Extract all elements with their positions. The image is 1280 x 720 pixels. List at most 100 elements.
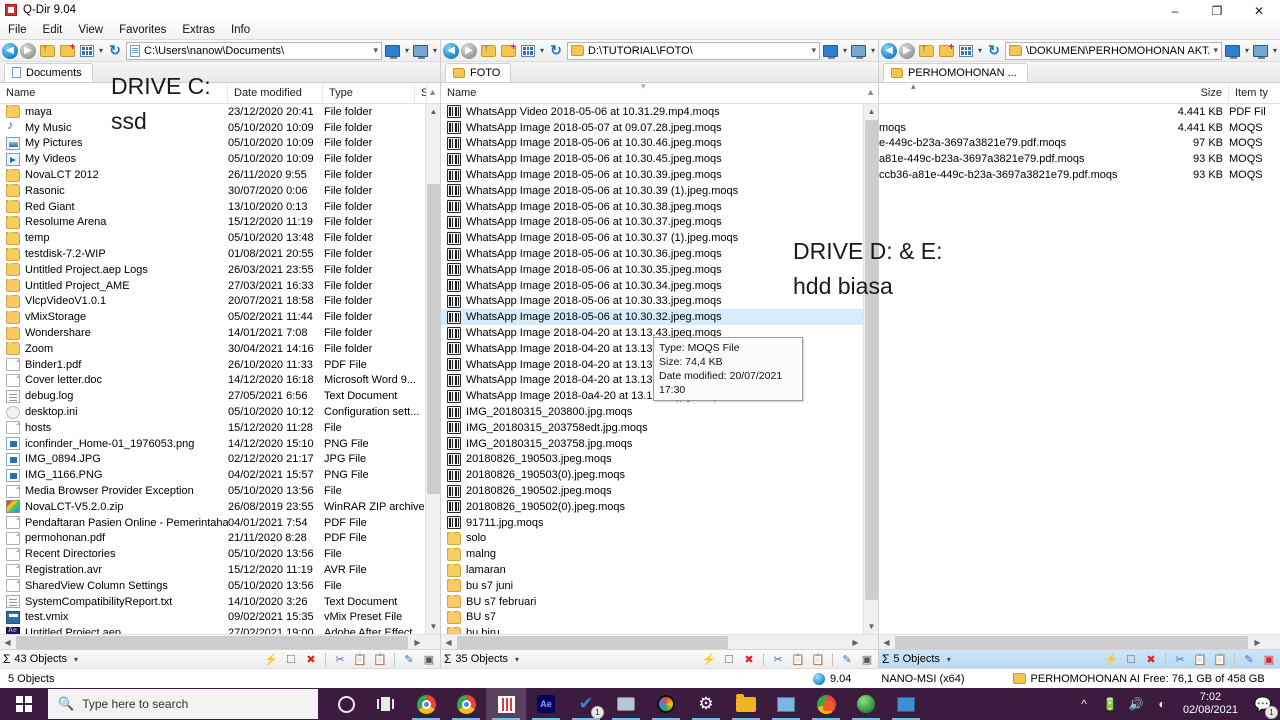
cut-icon-2[interactable]: ✂ — [770, 652, 786, 667]
paste-icon-3[interactable]: 📋 — [1212, 652, 1228, 667]
object-count-caret-1[interactable]: ▾ — [73, 655, 79, 664]
taskbar-after-effects-button[interactable]: Ae — [526, 688, 566, 720]
table-row[interactable]: debug.log 27/05/2021 6:56 Text Document — [0, 388, 440, 404]
scroll-up-arrow-1[interactable]: ▲ — [428, 87, 437, 97]
menu-info[interactable]: Info — [223, 22, 258, 38]
rename-icon-3[interactable]: ☐ — [1123, 652, 1139, 667]
table-row[interactable]: WhatsApp Image 2018-05-06 at 10.30.33.jp… — [441, 294, 878, 310]
taskbar-explorer-button[interactable] — [726, 688, 766, 720]
table-row[interactable]: Registration.avr 15/12/2020 11:19 AVR File — [0, 562, 440, 578]
table-row[interactable]: malng — [441, 546, 878, 562]
menu-edit[interactable]: Edit — [35, 22, 71, 38]
new-folder-icon[interactable] — [499, 42, 517, 60]
table-row[interactable]: Untitled Project.aep Logs 26/03/2021 23:5… — [0, 262, 440, 278]
file-list-3[interactable]: 4.441 KB PDF Fil moqs 4.441 KB MOQS e-449c-b2… — [879, 104, 1280, 649]
desktop-dropdown-caret-1[interactable]: ▾ — [432, 46, 438, 55]
table-row[interactable]: hosts 15/12/2020 11:28 File — [0, 420, 440, 436]
copy-icon-3[interactable]: 📋 — [1192, 652, 1208, 667]
hscroll-thumb-2[interactable] — [457, 636, 728, 649]
vertical-scrollbar-2[interactable]: ▲ ▼ — [863, 104, 878, 634]
table-row[interactable]: testdisk-7.2-WIP 01/08/2021 20:55 File fol… — [0, 246, 440, 262]
desktop-dropdown-caret-3[interactable]: ▾ — [1272, 46, 1278, 55]
wifi-icon[interactable]: ◐ — [1149, 688, 1175, 720]
column-date-modified-1[interactable]: Date modified — [228, 82, 323, 104]
table-row[interactable]: e-449c-b23a-3697a3821e79.pdf.moqs 97 KB MO… — [879, 136, 1280, 152]
delete-icon-3[interactable]: ✖ — [1143, 652, 1159, 667]
taskbar-screenapp-button[interactable] — [766, 688, 806, 720]
scroll-left-icon-3[interactable]: ◀ — [879, 635, 894, 649]
table-row[interactable]: vMixStorage 05/02/2021 11:44 File folder — [0, 309, 440, 325]
paste-icon-2[interactable]: 📋 — [810, 652, 826, 667]
taskbar-chrome-button[interactable] — [406, 688, 446, 720]
table-row[interactable]: 20180826_190503.jpeg.moqs — [441, 452, 878, 468]
table-row[interactable]: temp 05/10/2020 13:48 File folder — [0, 230, 440, 246]
scroll-right-icon-3[interactable]: ▶ — [1250, 635, 1265, 649]
back-icon[interactable]: ◀ — [2, 42, 18, 59]
table-row[interactable]: 91711.jpg.moqs — [441, 515, 878, 531]
table-row[interactable]: IMG_1166.PNG 04/02/2021 15:57 PNG File — [0, 467, 440, 483]
column-size-3[interactable]: Size — [1169, 82, 1229, 104]
taskbar-cortana-button[interactable] — [326, 688, 366, 720]
copy-icon-2[interactable]: 📋 — [790, 652, 806, 667]
copy-icon-1[interactable]: 📋 — [352, 652, 368, 667]
table-row[interactable]: Red Giant 13/10/2020 0:13 File folder — [0, 199, 440, 215]
table-row[interactable]: 20180826_190503(0).jpeg.moqs — [441, 467, 878, 483]
table-row[interactable]: WhatsApp Image 2018-05-06 at 10.30.37 (1… — [441, 230, 878, 246]
forward-icon[interactable]: ▶ — [461, 42, 477, 59]
table-row[interactable]: WhatsApp Image 2018-05-06 at 10.30.39.jp… — [441, 167, 878, 183]
address-input-1[interactable]: C:\Users\nanow\Documents\ ▾ — [126, 41, 382, 60]
refresh-icon[interactable]: ↻ — [106, 42, 124, 60]
table-row[interactable]: WhatsApp Video 2018-05-06 at 10.31.29.mp… — [441, 104, 878, 120]
properties-icon-2[interactable]: ▣ — [859, 652, 875, 667]
taskbar-todo-button[interactable]: ✔ 1 — [566, 688, 606, 720]
lightning-icon-3[interactable]: ⚡ — [1103, 652, 1119, 667]
table-row[interactable]: 4.441 KB PDF Fil — [879, 104, 1280, 120]
horizontal-scrollbar-3[interactable]: ◀ ▶ — [879, 634, 1280, 649]
table-row[interactable]: WhatsApp Image 2018-05-06 at 10.30.45.jp… — [441, 151, 878, 167]
scroll-left-icon-1[interactable]: ◀ — [0, 635, 15, 649]
view-grid-icon[interactable] — [78, 42, 96, 60]
table-row[interactable]: My Pictures 05/10/2020 10:09 File folder — [0, 136, 440, 152]
view-grid-icon[interactable] — [519, 42, 537, 60]
horizontal-scrollbar-1[interactable]: ◀ ▶ — [0, 634, 440, 649]
scroll-up-icon-2[interactable]: ▲ — [864, 104, 878, 119]
scroll-right-icon-2[interactable]: ▶ — [848, 635, 863, 649]
address-dropdown-caret-3[interactable]: ▾ — [1213, 45, 1218, 56]
scroll-up-icon-1[interactable]: ▲ — [426, 104, 440, 119]
table-row[interactable]: permohonan.pdf 21/11/2020 8:28 PDF File — [0, 531, 440, 547]
table-row[interactable]: WhatsApp Image 2018-05-06 at 10.30.35.jp… — [441, 262, 878, 278]
table-row[interactable]: WhatsApp Image 2018-05-06 at 10.30.39 (1… — [441, 183, 878, 199]
scroll-down-icon-1[interactable]: ▼ — [426, 619, 440, 634]
scroll-up-arrow-2[interactable]: ▲ — [866, 87, 875, 97]
table-row[interactable]: a81e-449c-b23a-3697a3821e79.pdf.moqs 93 K… — [879, 151, 1280, 167]
table-row[interactable]: moqs 4.441 KB MOQS — [879, 120, 1280, 136]
table-row[interactable]: Binder1.pdf 26/10/2020 11:33 PDF File — [0, 357, 440, 373]
taskbar-chromepdf-button[interactable] — [806, 688, 846, 720]
properties-icon-1[interactable]: ▣ — [421, 652, 437, 667]
forward-icon[interactable]: ▶ — [899, 42, 915, 59]
table-row[interactable]: 20180826_190502(0).jpeg.moqs — [441, 499, 878, 515]
menu-view[interactable]: View — [70, 22, 111, 38]
back-icon[interactable]: ◀ — [443, 42, 459, 59]
column-size-1[interactable]: S — [415, 82, 427, 104]
column-type-1[interactable]: Type — [323, 82, 415, 104]
table-row[interactable]: bu s7 juni — [441, 578, 878, 594]
preview-pane-icon-1[interactable] — [384, 42, 402, 60]
taskbar-settings-button[interactable]: ⚙ — [686, 688, 726, 720]
column-itemtype-3[interactable]: Item ty — [1229, 83, 1279, 104]
minimize-button[interactable]: – — [1154, 0, 1196, 22]
lightning-icon-2[interactable]: ⚡ — [701, 652, 717, 667]
properties-icon-3[interactable]: ▣ — [1261, 652, 1277, 667]
address-input-3[interactable]: \DOKUMEN\PERHOMOHONAN AKTA\ ▾ — [1005, 41, 1222, 60]
tab-documents[interactable]: Documents — [4, 63, 93, 82]
scroll-right-icon-1[interactable]: ▶ — [410, 635, 425, 649]
rename-icon-1[interactable]: ☐ — [283, 652, 299, 667]
table-row[interactable]: Cover letter.doc 14/12/2020 16:18 Microsof… — [0, 373, 440, 389]
preview-dropdown-caret-3[interactable]: ▾ — [1244, 46, 1250, 55]
taskbar-printer-button[interactable] — [606, 688, 646, 720]
table-row[interactable]: IMG_20180315_203758.jpg.moqs — [441, 436, 878, 452]
rename-icon-2[interactable]: ☐ — [721, 652, 737, 667]
back-icon[interactable]: ◀ — [881, 42, 897, 59]
table-row[interactable]: iconfinder_Home-01_1976053.png 14/12/2020… — [0, 436, 440, 452]
table-row[interactable]: lamaran — [441, 562, 878, 578]
